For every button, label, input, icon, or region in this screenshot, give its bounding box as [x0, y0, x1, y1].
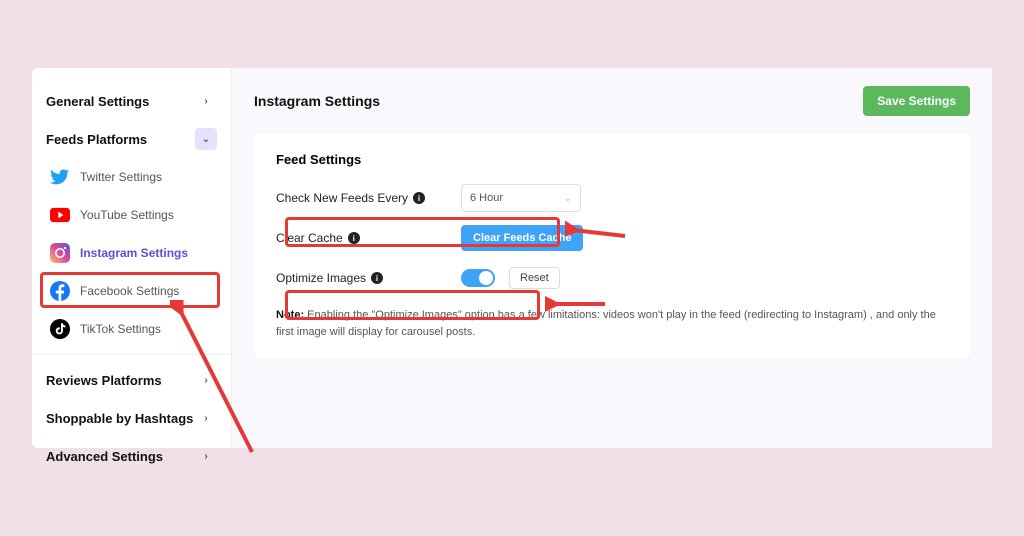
nav-shoppable-hashtags[interactable]: Shoppable by Hashtags › [32, 399, 231, 437]
tiktok-icon [50, 319, 70, 339]
chevron-right-icon: › [195, 90, 217, 112]
main-content: Instagram Settings Save Settings Feed Se… [232, 68, 992, 448]
note-text: Note: Enabling the "Optimize Images" opt… [276, 307, 948, 340]
row-clear-cache: Clear Cache i Clear Feeds Cache [276, 221, 948, 255]
chevron-down-icon: ⌄ [195, 128, 217, 150]
sidebar-item-label: Instagram Settings [80, 246, 188, 260]
sidebar: General Settings › Feeds Platforms ⌄ Twi… [32, 68, 232, 448]
settings-panel: General Settings › Feeds Platforms ⌄ Twi… [32, 68, 992, 448]
chevron-right-icon: › [195, 369, 217, 391]
check-interval-select[interactable]: 6 Hour ⌄ [461, 184, 581, 212]
youtube-icon [50, 205, 70, 225]
reset-button[interactable]: Reset [509, 267, 560, 289]
nav-label: General Settings [46, 94, 149, 109]
info-icon[interactable]: i [413, 192, 425, 204]
divider [32, 354, 231, 355]
feed-settings-card: Feed Settings Check New Feeds Every i 6 … [254, 134, 970, 358]
save-settings-button[interactable]: Save Settings [863, 86, 970, 116]
nav-general-settings[interactable]: General Settings › [32, 82, 231, 120]
card-title: Feed Settings [276, 152, 948, 167]
optimize-images-label: Optimize Images i [276, 271, 461, 285]
nav-reviews-platforms[interactable]: Reviews Platforms › [32, 361, 231, 399]
info-icon[interactable]: i [348, 232, 360, 244]
chevron-right-icon: › [195, 407, 217, 429]
clear-feeds-cache-button[interactable]: Clear Feeds Cache [461, 225, 583, 251]
nav-label: Advanced Settings [46, 449, 163, 464]
note-prefix: Note: [276, 309, 304, 321]
sidebar-item-twitter[interactable]: Twitter Settings [32, 158, 231, 196]
sidebar-item-facebook[interactable]: Facebook Settings [32, 272, 231, 310]
sidebar-item-tiktok[interactable]: TikTok Settings [32, 310, 231, 348]
clear-cache-label: Clear Cache i [276, 231, 461, 245]
facebook-icon [50, 281, 70, 301]
nav-label: Shoppable by Hashtags [46, 411, 193, 426]
select-value: 6 Hour [470, 192, 503, 204]
sidebar-item-label: Twitter Settings [80, 170, 162, 184]
instagram-icon [50, 243, 70, 263]
nav-label: Reviews Platforms [46, 373, 162, 388]
nav-label: Feeds Platforms [46, 132, 147, 147]
chevron-right-icon: › [195, 445, 217, 467]
sidebar-item-label: Facebook Settings [80, 284, 179, 298]
twitter-icon [50, 167, 70, 187]
sidebar-item-youtube[interactable]: YouTube Settings [32, 196, 231, 234]
sidebar-item-label: YouTube Settings [80, 208, 174, 222]
chevron-down-icon: ⌄ [564, 193, 572, 204]
sidebar-item-label: TikTok Settings [80, 322, 161, 336]
info-icon[interactable]: i [371, 272, 383, 284]
row-check-feeds: Check New Feeds Every i 6 Hour ⌄ [276, 181, 948, 215]
optimize-images-toggle[interactable] [461, 269, 495, 287]
note-body: Enabling the "Optimize Images" option ha… [276, 309, 936, 338]
row-optimize-images: Optimize Images i Reset [276, 261, 948, 295]
sidebar-item-instagram[interactable]: Instagram Settings [32, 234, 231, 272]
page-title: Instagram Settings [254, 93, 380, 109]
nav-advanced-settings[interactable]: Advanced Settings › [32, 437, 231, 475]
header-row: Instagram Settings Save Settings [254, 86, 970, 116]
check-feeds-label: Check New Feeds Every i [276, 191, 461, 205]
nav-feeds-platforms[interactable]: Feeds Platforms ⌄ [32, 120, 231, 158]
